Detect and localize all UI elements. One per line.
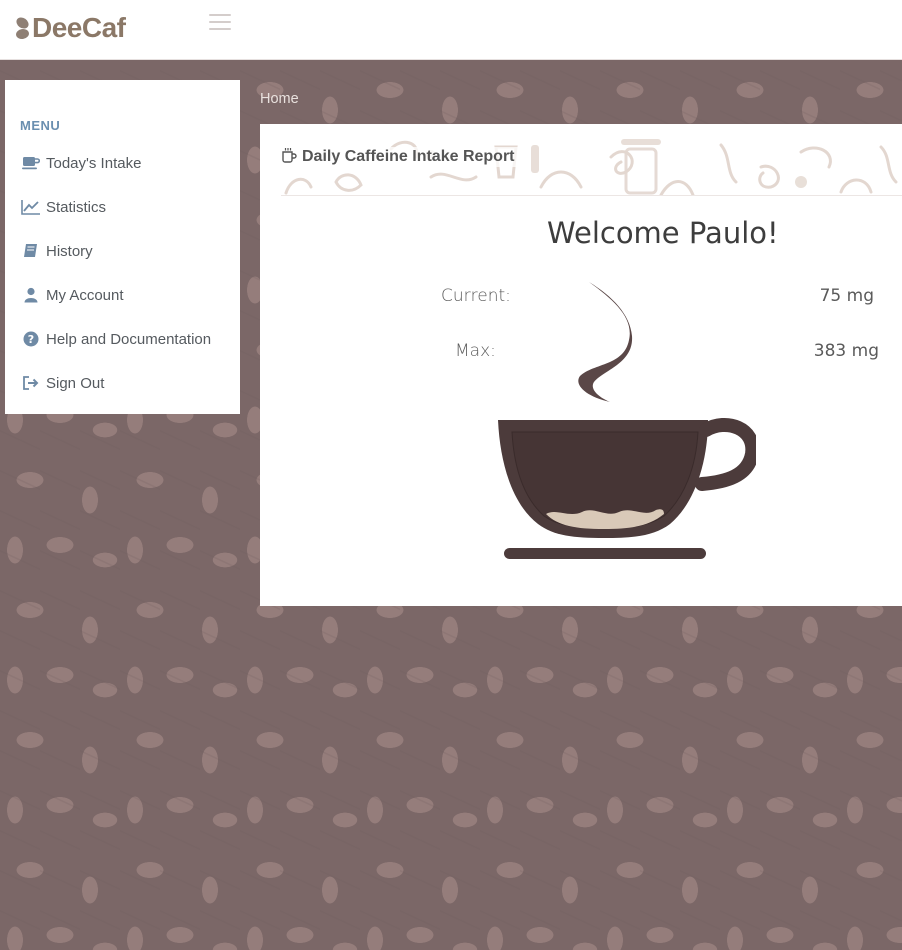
caffeine-report-panel: Daily Caffeine Intake Report Welcome Pau…	[260, 124, 902, 606]
sidebar-item-label: Today's Intake	[46, 154, 142, 172]
sidebar-item-label: Sign Out	[46, 374, 105, 392]
sidebar-item-my-account[interactable]: My Account	[5, 273, 240, 317]
panel-header: Daily Caffeine Intake Report	[281, 137, 902, 196]
report-title-text: Daily Caffeine Intake Report	[302, 148, 515, 165]
sidebar-item-label: Help and Documentation	[46, 330, 212, 348]
sidebar-item-todays-intake[interactable]: Today's Intake	[5, 141, 240, 185]
book-icon	[21, 242, 41, 260]
user-icon	[21, 286, 41, 304]
sidebar-item-label: Statistics	[46, 198, 107, 216]
sidebar-item-label: My Account	[46, 286, 124, 304]
report-title: Daily Caffeine Intake Report	[281, 147, 521, 167]
current-value: 75 mg	[819, 286, 874, 306]
breadcrumb-home-link[interactable]: Home	[260, 91, 299, 107]
hamburger-icon[interactable]	[209, 14, 231, 30]
sidebar-item-label: History	[46, 242, 93, 260]
mug-icon	[281, 147, 297, 167]
brand-logo[interactable]: DeeCaf	[14, 10, 126, 46]
coffee-cup-icon	[21, 154, 41, 172]
sidebar-item-statistics[interactable]: Statistics	[5, 185, 240, 229]
welcome-message: Welcome Paulo!	[547, 216, 779, 250]
sidebar-menu: MENU Today's Intake Statistics History M…	[5, 80, 240, 414]
welcome-text: Welcome Paulo!	[547, 216, 779, 250]
question-circle-icon: ?	[21, 330, 41, 348]
sidebar-item-sign-out[interactable]: Sign Out	[5, 361, 240, 405]
max-value: 383 mg	[813, 341, 879, 361]
menu-heading: MENU	[20, 118, 61, 133]
coffee-beans-icon	[14, 14, 31, 42]
line-chart-icon	[21, 198, 41, 216]
max-label: Max:	[455, 341, 496, 361]
top-bar: DeeCaf	[0, 0, 902, 60]
svg-text:?: ?	[28, 333, 34, 346]
brand-name: DeeCaf	[32, 12, 126, 43]
sidebar-item-history[interactable]: History	[5, 229, 240, 273]
coffee-cup-illustration	[498, 282, 756, 559]
breadcrumb: Home	[260, 91, 299, 107]
sign-out-icon	[21, 374, 41, 392]
sidebar-item-help[interactable]: ? Help and Documentation	[5, 317, 240, 361]
